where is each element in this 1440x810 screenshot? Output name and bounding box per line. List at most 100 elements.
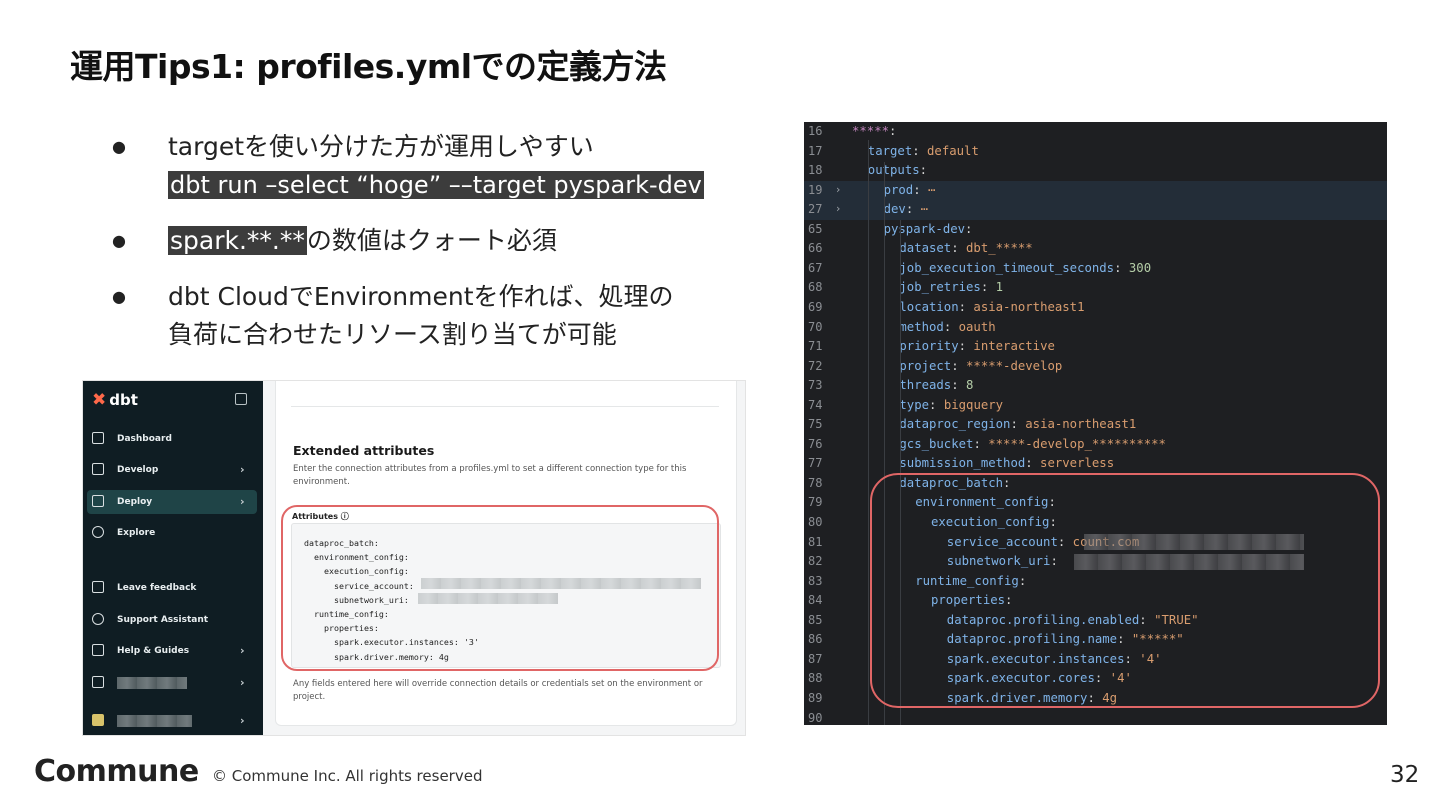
code-line: job_execution_timeout_seconds: 300 (899, 260, 1152, 275)
line-number: 88 (808, 671, 823, 686)
line-number: 27 (808, 202, 823, 217)
line-number: 70 (808, 319, 823, 334)
line-number: 83 (808, 573, 823, 588)
line-number: 68 (808, 280, 823, 295)
bullet-dot-icon: ● (112, 137, 126, 156)
slide-title: 運用Tips1: profiles.ymlでの定義方法 (70, 47, 667, 86)
bullet-item: ● dbt CloudでEnvironmentを作れば、処理の 負荷に合わせたリ… (112, 278, 762, 354)
line-number: 69 (808, 299, 823, 314)
line-number: 66 (808, 241, 823, 256)
chevron-right-icon: › (240, 463, 245, 476)
extended-attributes-description: Enter the connection attributes from a p… (293, 464, 687, 487)
clipboard-icon (92, 581, 104, 593)
chevron-right-icon: › (240, 495, 245, 508)
line-number: 81 (808, 534, 823, 549)
line-number: 90 (808, 710, 823, 725)
code-line: prod: ⋯ (883, 182, 936, 197)
fold-chevron-icon[interactable]: › (836, 183, 840, 196)
code-icon (92, 463, 104, 475)
code-line: dataproc_region: asia-northeast1 (899, 417, 1137, 432)
code-line: pyspark-dev: (883, 221, 973, 236)
line-number: 65 (808, 221, 823, 236)
page-number: 32 (1390, 762, 1420, 788)
code-line: outputs: (867, 163, 928, 178)
dbt-cloud-screenshot: ✖ dbt Dashboard Develop › Deploy › Explore … (82, 380, 746, 736)
nav-leave-feedback[interactable]: Leave feedback (87, 576, 257, 600)
line-number: 76 (808, 436, 823, 451)
chevron-right-icon: › (240, 676, 245, 689)
extended-attributes-title: Extended attributes (293, 443, 435, 458)
line-number: 74 (808, 397, 823, 412)
code-line: gcs_bucket: *****-develop_********** (899, 436, 1166, 451)
bullet-item: ● targetを使い分けた方が運用しやすい dbt run –select “… (112, 128, 762, 204)
line-number: 67 (808, 260, 823, 275)
nav-dashboard[interactable]: Dashboard (87, 427, 257, 451)
line-number: 72 (808, 358, 823, 373)
code-line: location: asia-northeast1 (899, 299, 1085, 314)
deploy-icon (92, 495, 104, 507)
nav-deploy[interactable]: Deploy › (87, 490, 257, 514)
code-line: dataset: dbt_***** (899, 241, 1033, 256)
line-number: 80 (808, 515, 823, 529)
bullet-text-line2: 負荷に合わせたリソース割り当てが可能 (168, 320, 617, 349)
line-number: 16 (808, 124, 823, 138)
bullet-dot-icon: ● (112, 231, 126, 250)
code-line: type: bigquery (899, 397, 1004, 412)
highlight-frame (870, 473, 1380, 708)
copyright: © Commune Inc. All rights reserved (212, 767, 483, 785)
line-number: 85 (808, 612, 823, 627)
bullet-list: ● targetを使い分けた方が運用しやすい dbt run –select “… (112, 128, 762, 372)
line-number: 86 (808, 632, 823, 647)
book-icon (92, 644, 104, 656)
code-line: job_retries: 1 (899, 280, 1004, 295)
line-number: 79 (808, 495, 823, 510)
bullet-text: の数値はクォート必須 (306, 226, 557, 255)
code-line: dev: ⋯ (883, 202, 929, 217)
nav-develop[interactable]: Develop › (87, 458, 257, 482)
line-number: 18 (808, 163, 823, 178)
nav-explore[interactable]: Explore (87, 521, 257, 545)
indent-guide (868, 140, 869, 725)
line-number: 75 (808, 417, 823, 432)
command-snippet: dbt run –select “hoge” ––target pyspark-… (168, 171, 704, 199)
bullet-dot-icon: ● (112, 287, 126, 306)
bullet-item: ● spark.**.**の数値はクォート必須 (112, 222, 762, 260)
line-number: 19 (808, 182, 823, 197)
avatar (92, 714, 104, 726)
bullet-text: targetを使い分けた方が運用しやすい (168, 132, 594, 161)
line-number: 82 (808, 554, 823, 569)
redacted-account (117, 677, 187, 689)
attributes-footer-note: Any fields entered here will override co… (293, 679, 703, 702)
line-number: 78 (808, 475, 823, 490)
redacted-profile (117, 715, 192, 727)
nav-help-guides[interactable]: Help & Guides › (87, 639, 257, 663)
line-number: 71 (808, 339, 823, 354)
compass-icon (92, 526, 104, 538)
dbt-logo-icon: ✖ (92, 390, 107, 410)
code-line: *****: (852, 124, 897, 138)
line-number: 84 (808, 593, 823, 608)
divider (291, 406, 719, 407)
line-number: 89 (808, 690, 823, 705)
dbt-logo: ✖ dbt (92, 390, 138, 410)
code-line: threads: 8 (899, 378, 974, 393)
dashboard-icon (92, 432, 104, 444)
code-line: project: *****-develop (899, 358, 1063, 373)
code-line: target: default (867, 143, 979, 158)
building-icon (92, 676, 104, 688)
code-line: method: oauth (899, 319, 996, 334)
code-line: priority: interactive (899, 339, 1055, 354)
nav-account[interactable]: › (87, 671, 257, 695)
fold-chevron-icon[interactable]: › (836, 202, 840, 215)
code-line: submission_method: serverless (899, 456, 1115, 471)
nav-profile[interactable]: › (87, 709, 257, 733)
collapse-sidebar-icon[interactable] (235, 393, 247, 405)
spark-highlight: spark.**.** (168, 226, 307, 255)
chevron-right-icon: › (240, 644, 245, 657)
line-number: 87 (808, 651, 823, 666)
nav-support-assistant[interactable]: Support Assistant (87, 608, 257, 632)
line-number: 73 (808, 378, 823, 393)
headset-icon (92, 613, 104, 625)
chevron-right-icon: › (240, 714, 245, 727)
line-number: 17 (808, 143, 823, 158)
